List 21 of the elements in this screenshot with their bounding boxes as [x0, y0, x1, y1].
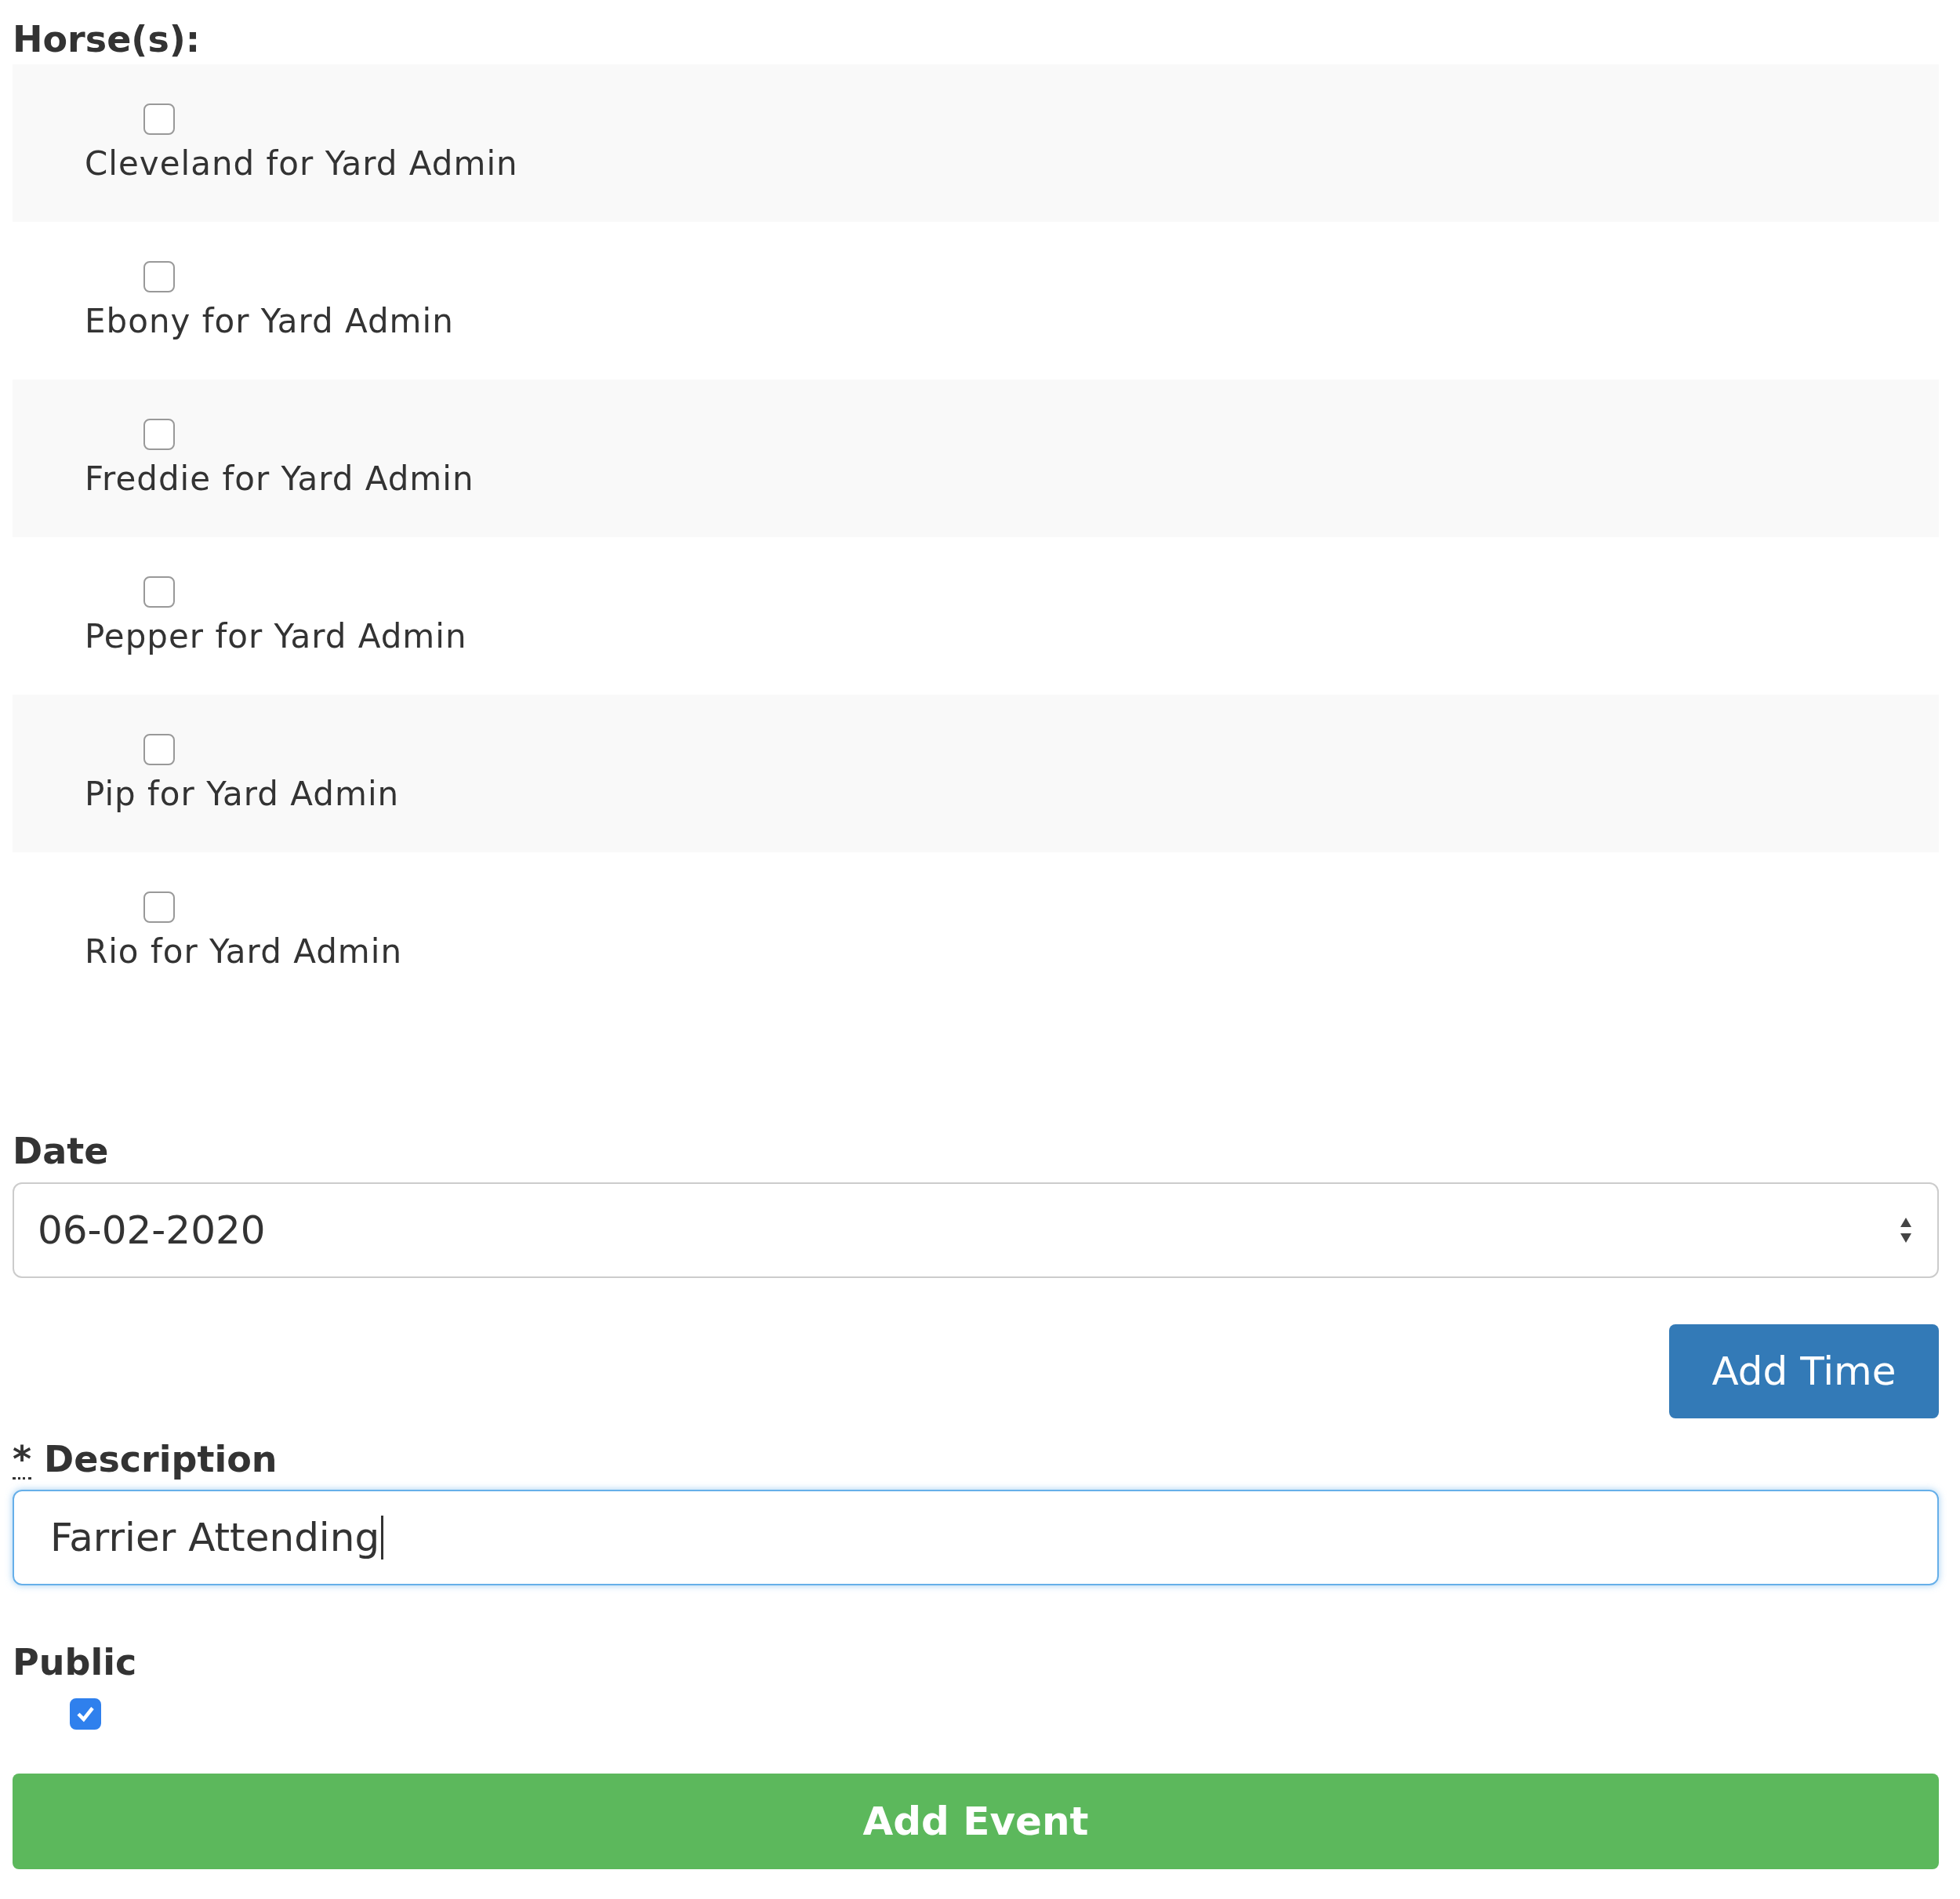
- horse-checkbox[interactable]: [143, 261, 175, 292]
- description-field[interactable]: Farrier Attending: [13, 1490, 1939, 1585]
- required-mark: *: [13, 1441, 32, 1480]
- horse-checkbox[interactable]: [143, 576, 175, 608]
- horse-name: Cleveland for Yard Admin: [85, 144, 519, 183]
- horse-name: Ebony for Yard Admin: [85, 302, 455, 340]
- horse-checkbox[interactable]: [143, 891, 175, 923]
- public-checkbox[interactable]: [70, 1698, 101, 1730]
- horses-label: Horse(s):: [13, 17, 201, 62]
- date-label: Date: [13, 1129, 110, 1174]
- horse-name: Pepper for Yard Admin: [85, 617, 468, 655]
- horse-name: Freddie for Yard Admin: [85, 459, 475, 498]
- public-label: Public: [13, 1640, 138, 1685]
- horse-name: Rio for Yard Admin: [85, 932, 403, 971]
- horse-checkbox[interactable]: [143, 419, 175, 450]
- horse-name: Pip for Yard Admin: [85, 775, 401, 813]
- horse-checkbox[interactable]: [143, 103, 175, 135]
- add-time-button[interactable]: Add Time: [1669, 1324, 1939, 1418]
- description-label: Description: [44, 1438, 278, 1480]
- horse-checkbox[interactable]: [143, 734, 175, 765]
- date-field[interactable]: 06-02-2020: [13, 1182, 1939, 1278]
